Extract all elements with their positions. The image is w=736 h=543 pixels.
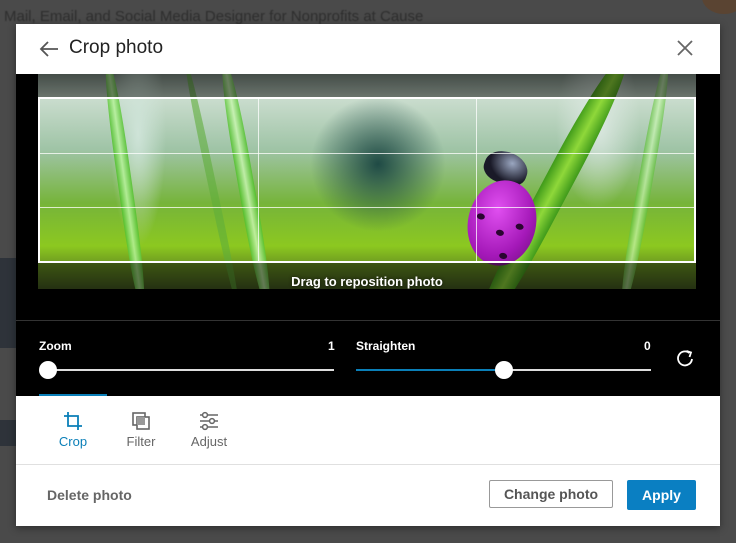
tab-filter[interactable]: Filter [107, 396, 175, 464]
tab-label: Filter [126, 434, 156, 449]
tab-crop[interactable]: Crop [39, 396, 107, 464]
crop-grid-line [475, 99, 477, 261]
crop-grid-line [40, 206, 694, 208]
dialog-header: Crop photo [16, 24, 720, 74]
zoom-slider[interactable] [48, 369, 334, 371]
background-avatar [702, 0, 736, 14]
photo-canvas[interactable]: Drag to reposition photo [38, 74, 696, 289]
rotate-clockwise-icon[interactable] [674, 348, 696, 370]
background-panel [0, 420, 16, 446]
zoom-value: 1 [328, 339, 335, 353]
crop-photo-dialog: Crop photo Drag to reposition photo Zoom… [16, 24, 720, 526]
background-headline: Mail, Email, and Social Media Designer f… [4, 8, 424, 25]
sliders-icon [200, 411, 218, 431]
drag-hint: Drag to reposition photo [291, 274, 443, 289]
straighten-value: 0 [644, 339, 651, 353]
dialog-footer: Delete photo Change photo Apply [16, 465, 720, 526]
zoom-label: Zoom [39, 339, 72, 353]
crop-icon [64, 412, 82, 430]
photo-stage: Drag to reposition photo [16, 74, 720, 320]
tab-label: Adjust [190, 434, 228, 449]
close-icon[interactable] [674, 37, 696, 59]
straighten-slider-thumb[interactable] [494, 361, 513, 379]
apply-button[interactable]: Apply [627, 480, 696, 510]
tab-adjust[interactable]: Adjust [175, 396, 243, 464]
crop-grid-line [257, 99, 259, 261]
crop-mask-top [38, 74, 696, 97]
zoom-slider-thumb[interactable] [39, 361, 57, 379]
crop-grid-line [40, 152, 694, 154]
straighten-label: Straighten [356, 339, 416, 353]
arrow-left-icon[interactable] [38, 38, 60, 60]
background-sidebar [720, 80, 736, 543]
change-photo-button[interactable]: Change photo [489, 480, 613, 508]
tab-label: Crop [58, 434, 88, 449]
dialog-title: Crop photo [69, 37, 164, 58]
straighten-slider-fill [356, 369, 504, 371]
edit-tabs: Crop Filter Adjust [16, 394, 720, 465]
photo-controls: Zoom 1 Straighten 0 [16, 321, 720, 396]
delete-photo-button[interactable]: Delete photo [47, 487, 132, 503]
filter-icon [132, 412, 150, 430]
background-panel [0, 258, 16, 348]
crop-frame[interactable] [38, 97, 696, 263]
